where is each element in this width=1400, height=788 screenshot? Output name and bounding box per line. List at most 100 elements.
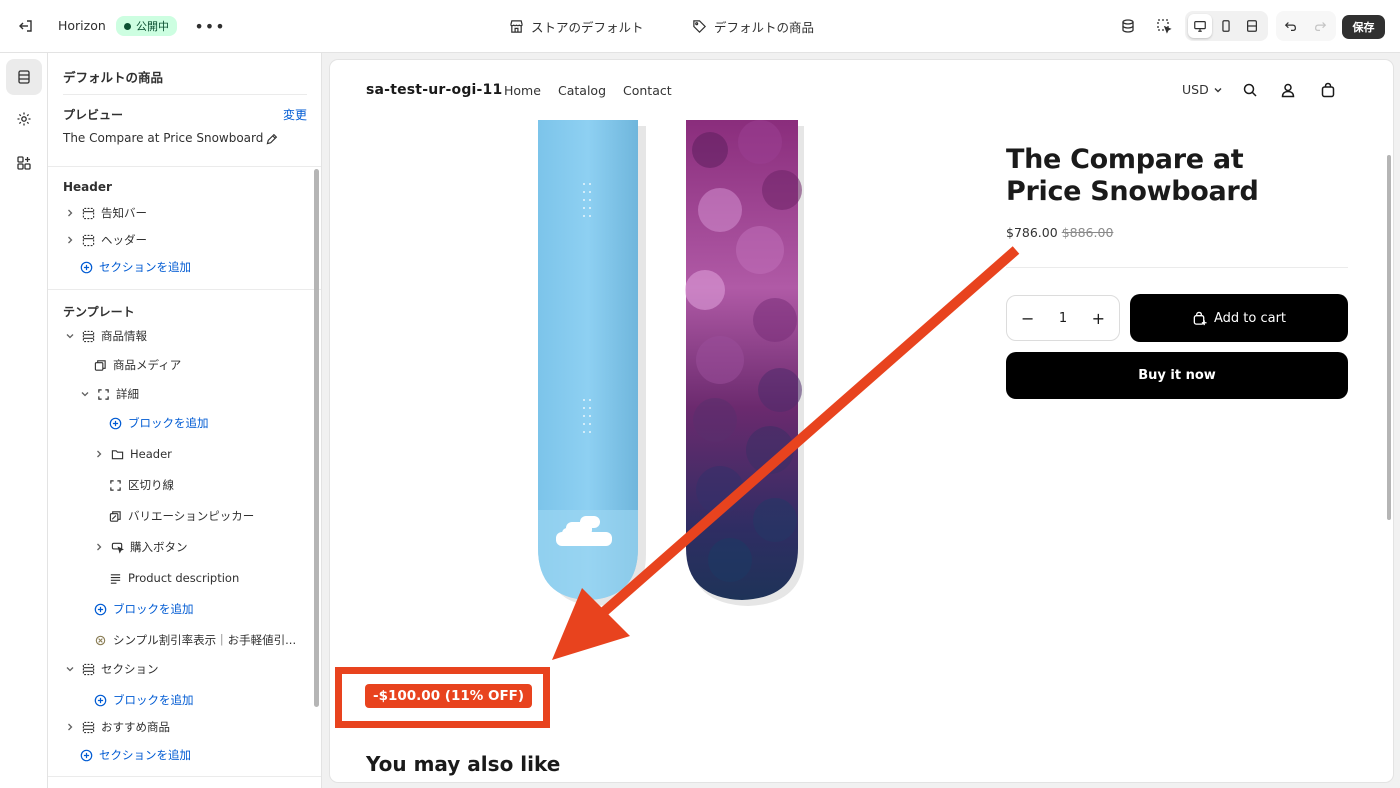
tree-item-buy-buttons[interactable]: 購入ボタン	[92, 535, 188, 559]
tree-item-label: 商品情報	[101, 329, 147, 343]
desktop-view-icon[interactable]	[1188, 14, 1212, 38]
product-default-label: デフォルトの商品	[714, 19, 815, 35]
divider	[1006, 267, 1348, 268]
tree-item-variant-picker[interactable]: バリエーションピッカー	[108, 504, 254, 528]
chevron-right-icon[interactable]	[92, 447, 106, 461]
chevron-down-icon[interactable]	[63, 662, 77, 676]
tree-item-header-block[interactable]: Header	[92, 442, 172, 466]
change-preview-link[interactable]: 変更	[283, 106, 307, 123]
inspector-icon[interactable]	[1117, 15, 1139, 37]
sidebar-scrollbar[interactable]	[314, 169, 319, 707]
tree-item-details[interactable]: 詳細	[78, 382, 139, 406]
plus-circle-icon	[79, 748, 93, 762]
tree-item-product-media[interactable]: 商品メディア	[93, 353, 181, 377]
template-heading: テンプレート	[63, 305, 135, 319]
tree-item-recommended-products[interactable]: おすすめ商品	[63, 715, 170, 739]
redo-icon[interactable]	[1308, 14, 1332, 38]
plus-circle-icon	[93, 602, 107, 616]
editor-rail	[0, 53, 48, 788]
save-button[interactable]: 保存	[1342, 15, 1385, 39]
account-icon[interactable]	[1278, 80, 1298, 100]
recommendations-heading: You may also like	[366, 752, 561, 776]
tree-item-label: Header	[130, 447, 172, 461]
tree-item-product-description[interactable]: Product description	[108, 566, 239, 590]
tree-item-label: 商品メディア	[113, 358, 182, 372]
tree-item-simple-discount[interactable]: シンプル割引率表示｜お手軽値引...	[93, 628, 296, 652]
minus-icon[interactable]: −	[1021, 309, 1034, 328]
product-title: The Compare at Price Snowboard	[1006, 144, 1259, 207]
section-icon	[81, 662, 95, 676]
discount-badge: -$100.00 (11% OFF)	[365, 684, 533, 708]
sections-icon[interactable]	[6, 59, 42, 95]
tree-item-product-info[interactable]: 商品情報	[63, 324, 147, 348]
app-block-icon	[93, 633, 107, 647]
cart-bag-icon[interactable]	[1318, 80, 1338, 100]
more-actions-icon[interactable]: •••	[194, 16, 224, 36]
status-dot-icon	[124, 22, 131, 30]
nav-catalog[interactable]: Catalog	[558, 83, 606, 98]
preview-product-name: The Compare at Price Snowboard	[63, 131, 264, 145]
compare-at-price: $886.00	[1061, 225, 1114, 240]
section-icon	[81, 233, 95, 247]
editor-sidebar: デフォルトの商品 プレビュー 変更 The Compare at Price S…	[48, 53, 322, 788]
tree-item-divider[interactable]: 区切り線	[108, 473, 174, 497]
add-to-cart-button[interactable]: Add to cart	[1130, 294, 1348, 342]
tree-item-label: 区切り線	[128, 478, 174, 492]
add-block-link[interactable]: ブロックを追加	[108, 411, 209, 435]
text-lines-icon	[108, 571, 122, 585]
tree-item-label: バリエーションピッカー	[128, 509, 255, 523]
preview-scrollbar[interactable]	[1387, 155, 1391, 520]
quantity-stepper: − 1 +	[1006, 295, 1120, 341]
add-section-link[interactable]: セクションを追加	[79, 743, 191, 767]
folder-icon	[110, 447, 124, 461]
preview-heading: プレビュー	[63, 108, 124, 122]
chevron-right-icon[interactable]	[63, 206, 77, 220]
exit-icon[interactable]	[16, 16, 36, 36]
device-switcher	[1185, 11, 1268, 41]
add-block-link[interactable]: ブロックを追加	[93, 597, 194, 621]
fullscreen-view-icon[interactable]	[1240, 14, 1264, 38]
store-default-label: ストアのデフォルト	[531, 19, 644, 35]
chevron-down-icon[interactable]	[63, 329, 77, 343]
header-group-heading: Header	[63, 180, 112, 194]
select-element-icon[interactable]	[1153, 15, 1175, 37]
variant-picker-icon	[108, 509, 122, 523]
add-section-label: セクションを追加	[99, 260, 191, 274]
tree-item-section[interactable]: セクション	[63, 657, 159, 681]
undo-icon[interactable]	[1279, 14, 1303, 38]
nav-contact[interactable]: Contact	[623, 83, 672, 98]
currency-selector[interactable]: USD	[1182, 82, 1223, 97]
tree-item-header[interactable]: ヘッダー	[63, 228, 147, 252]
search-icon[interactable]	[1240, 80, 1260, 100]
apps-icon[interactable]	[6, 145, 42, 181]
plus-circle-icon	[108, 416, 122, 430]
chevron-down-icon[interactable]	[78, 387, 92, 401]
tag-icon	[693, 19, 706, 33]
quantity-value[interactable]: 1	[1059, 311, 1067, 326]
add-to-cart-label: Add to cart	[1213, 310, 1287, 326]
tree-item-label: セクション	[101, 662, 159, 676]
add-section-link[interactable]: セクションを追加	[79, 255, 191, 279]
nav-home[interactable]: Home	[504, 83, 541, 98]
chevron-right-icon[interactable]	[63, 233, 77, 247]
store-name[interactable]: sa-test-ur-ogi-11	[366, 82, 502, 98]
product-default-selector[interactable]: デフォルトの商品	[692, 16, 814, 36]
divider	[48, 166, 321, 167]
button-cursor-icon	[110, 540, 124, 554]
media-icon	[93, 358, 107, 372]
edit-pencil-icon[interactable]	[263, 131, 279, 147]
chevron-right-icon[interactable]	[63, 720, 77, 734]
theme-name: Horizon	[58, 18, 106, 33]
add-block-link[interactable]: ブロックを追加	[93, 688, 194, 712]
tree-item-announcement-bar[interactable]: 告知バー	[63, 201, 147, 225]
add-block-label: ブロックを追加	[128, 416, 209, 430]
buy-now-button[interactable]: Buy it now	[1006, 352, 1348, 399]
product-image-snowboards[interactable]	[520, 120, 820, 610]
mobile-view-icon[interactable]	[1214, 14, 1238, 38]
settings-gear-icon[interactable]	[6, 101, 42, 137]
plus-icon[interactable]: +	[1092, 309, 1105, 328]
chevron-right-icon[interactable]	[92, 540, 106, 554]
store-preview-frame: sa-test-ur-ogi-11 Home Catalog Contact U…	[330, 60, 1393, 782]
section-icon	[81, 206, 95, 220]
store-default-selector[interactable]: ストアのデフォルト	[509, 16, 644, 36]
